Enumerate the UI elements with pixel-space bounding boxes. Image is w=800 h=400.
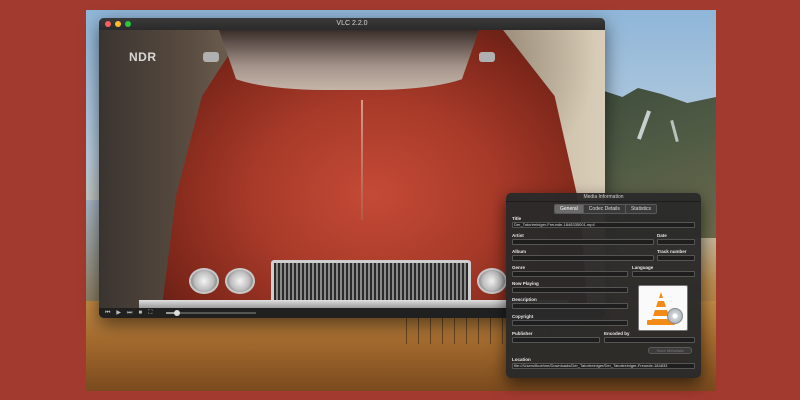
artist-field[interactable] [512, 239, 654, 245]
video-headlight [189, 268, 219, 294]
media-information-window[interactable]: Media Information General Codec Details … [506, 193, 701, 378]
rewind-icon[interactable]: ⏮ [105, 308, 110, 318]
location-field[interactable]: file:///Users/fkuehne/Downloads/Der_Tato… [512, 363, 695, 369]
now-playing-label: Now Playing [512, 281, 539, 286]
album-label: Album [512, 249, 526, 254]
location-label: Location [512, 357, 531, 362]
channel-logo: NDR [129, 50, 157, 64]
publisher-field[interactable] [512, 337, 600, 343]
publisher-label: Publisher [512, 331, 533, 336]
description-field[interactable] [512, 303, 628, 309]
date-label: Date [657, 233, 667, 238]
genre-label: Genre [512, 265, 526, 270]
stop-icon[interactable]: ■ [138, 308, 142, 318]
seek-bar-knob[interactable] [174, 310, 181, 316]
encoded-by-field[interactable] [604, 337, 695, 343]
copyright-label: Copyright [512, 314, 534, 319]
copyright-field[interactable] [512, 320, 628, 326]
fullscreen-icon[interactable]: ⛶ [148, 308, 152, 318]
video-headlight [225, 268, 255, 294]
encoded-by-label: Encoded by [604, 331, 630, 336]
video-car-mirror [203, 52, 219, 62]
album-artwork [638, 285, 688, 331]
track-number-field[interactable] [657, 255, 695, 261]
window-title: VLC 2.2.0 [336, 20, 368, 27]
artist-label: Artist [512, 233, 524, 238]
title-label: Title [512, 216, 522, 221]
media-info-title: Media Information [506, 193, 701, 202]
language-label: Language [632, 265, 654, 270]
video-car-hood-ornament [361, 100, 363, 220]
description-label: Description [512, 297, 537, 302]
language-field[interactable] [632, 271, 695, 277]
video-headlight [477, 268, 507, 294]
window-titlebar[interactable]: VLC 2.2.0 [99, 18, 605, 30]
tab-statistics[interactable]: Statistics [625, 205, 656, 213]
date-field[interactable] [657, 239, 695, 245]
save-metadata-button[interactable]: Save Metadata [648, 347, 692, 354]
play-icon[interactable]: ▶ [116, 308, 121, 318]
disc-icon [667, 308, 683, 324]
genre-field[interactable] [512, 271, 628, 277]
video-car-windshield [219, 30, 479, 90]
title-field[interactable]: Der_Tatortreiniger-Freunde-1848335001.mp… [512, 222, 695, 228]
tab-general[interactable]: General [555, 205, 584, 213]
video-car-bumper [139, 300, 569, 308]
now-playing-field[interactable] [512, 287, 628, 293]
album-field[interactable] [512, 255, 654, 261]
track-number-label: Track number [657, 249, 687, 254]
media-info-tabs: General Codec Details Statistics [554, 204, 657, 214]
tab-codec-details[interactable]: Codec Details [583, 205, 626, 213]
fast-forward-icon[interactable]: ⏭ [127, 308, 132, 318]
wallpaper-sky-strip [86, 200, 100, 310]
seek-bar[interactable] [166, 310, 257, 316]
video-car-mirror [479, 52, 495, 62]
